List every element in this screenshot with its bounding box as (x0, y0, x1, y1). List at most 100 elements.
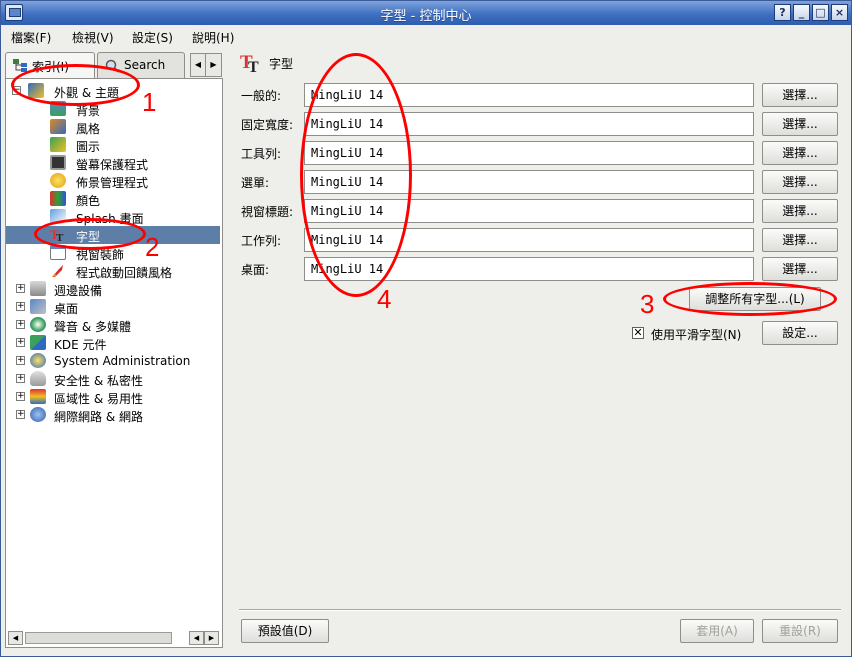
fonts-tt-icon: TT (240, 51, 264, 76)
expand-icon[interactable]: + (16, 320, 25, 329)
expand-icon[interactable]: + (16, 338, 25, 347)
module-title: 字型 (269, 57, 294, 71)
launch-feedback-icon (50, 263, 66, 278)
expand-icon[interactable]: + (16, 284, 25, 293)
tree-item-security[interactable]: + 安全性 & 私密性 (6, 370, 220, 388)
screensaver-icon (50, 155, 66, 170)
tree-item-launch-feedback[interactable]: 程式啟動回饋風格 (6, 262, 220, 280)
minimize-button[interactable]: _ (793, 4, 810, 21)
apply-button[interactable]: 套用(A) (680, 619, 754, 643)
tree-label: 風格 (76, 122, 101, 136)
tree-label: 佈景管理程式 (76, 176, 149, 190)
expand-icon[interactable]: + (16, 302, 25, 311)
control-center-window: 字型 - 控制中心 ? _ □ × 檔案(F) 檢視(V) 設定(S) 說明(H… (0, 0, 852, 657)
scrollbar-thumb[interactable] (25, 632, 172, 644)
annotation-number-2: 2 (145, 232, 160, 262)
tree-label: 桌面 (54, 302, 79, 316)
style-icon (50, 119, 66, 134)
tree-label: 安全性 & 私密性 (54, 374, 143, 388)
menu-bar: 檔案(F) 檢視(V) 設定(S) 說明(H) (1, 26, 851, 47)
tree-item-sysadmin[interactable]: + System Administration (6, 352, 220, 370)
security-icon (30, 371, 46, 386)
tab-search-label: Search (124, 58, 166, 72)
tree-item-sound[interactable]: + 聲音 & 多媒體 (6, 316, 220, 334)
tree-label: 區域性 & 易用性 (54, 392, 143, 406)
icons-icon (50, 137, 66, 152)
tree-item-kde-components[interactable]: + KDE 元件 (6, 334, 220, 352)
antialias-label: 使用平滑字型(N) (651, 328, 742, 342)
font-label: 工具列: (241, 147, 282, 161)
tree-item-theme-manager[interactable]: 佈景管理程式 (6, 172, 220, 190)
tree-label: 聲音 & 多媒體 (54, 320, 131, 334)
tree-item-icons[interactable]: 圖示 (6, 136, 220, 154)
window-title: 字型 - 控制中心 (380, 9, 472, 24)
svg-text:T: T (248, 59, 259, 73)
desktop-icon (30, 299, 46, 314)
reset-button[interactable]: 重設(R) (762, 619, 838, 643)
choose-font-button[interactable]: 選擇... (762, 141, 838, 165)
expand-icon[interactable]: + (16, 374, 25, 383)
maximize-button[interactable]: □ (812, 4, 829, 21)
font-label: 選單: (241, 176, 270, 190)
scroll-left-icon[interactable]: ◀ (189, 631, 204, 645)
annotation-ellipse-2 (34, 218, 146, 250)
defaults-button[interactable]: 預設值(D) (241, 619, 329, 643)
annotation-ellipse-3 (663, 282, 837, 316)
annotation-ellipse-1 (11, 64, 140, 106)
tree-item-peripherals[interactable]: + 週邊設備 (6, 280, 220, 298)
colors-icon (50, 191, 66, 206)
font-label: 固定寬度: (241, 118, 294, 132)
title-bar: 字型 - 控制中心 ? _ □ × (1, 1, 851, 25)
tree-item-colors[interactable]: 顏色 (6, 190, 220, 208)
choose-font-button[interactable]: 選擇... (762, 257, 838, 281)
tree-label: 顏色 (76, 194, 101, 208)
sysadmin-icon (30, 353, 46, 368)
tree-label: KDE 元件 (54, 338, 107, 352)
tree-horizontal-scrollbar[interactable]: ◀ ◀ ▶ (8, 631, 220, 645)
tab-scroll-right-icon[interactable]: ▶ (206, 54, 221, 76)
choose-font-button[interactable]: 選擇... (762, 83, 838, 107)
antialias-checkbox[interactable]: ✕ (632, 327, 644, 339)
regional-icon (30, 389, 46, 404)
annotation-number-3: 3 (640, 289, 655, 319)
tab-scroll-left-icon[interactable]: ◀ (191, 54, 206, 76)
choose-font-button[interactable]: 選擇... (762, 112, 838, 136)
choose-font-button[interactable]: 選擇... (762, 170, 838, 194)
menu-view[interactable]: 檢視(V) (72, 29, 114, 46)
choose-font-button[interactable]: 選擇... (762, 199, 838, 223)
close-button[interactable]: × (831, 4, 848, 21)
scroll-left-icon[interactable]: ◀ (8, 631, 23, 645)
antialias-settings-button[interactable]: 設定... (762, 321, 838, 345)
menu-settings[interactable]: 設定(S) (132, 29, 173, 46)
expand-icon[interactable]: + (16, 410, 25, 419)
expand-icon[interactable]: + (16, 392, 25, 401)
scroll-right-icon[interactable]: ▶ (204, 631, 219, 645)
tree-item-background[interactable]: 背景 (6, 100, 220, 118)
tree-item-style[interactable]: 風格 (6, 118, 220, 136)
tab-scroll-buttons: ◀ ▶ (190, 53, 222, 77)
font-label: 桌面: (241, 263, 270, 277)
menu-file[interactable]: 檔案(F) (11, 29, 51, 46)
peripherals-icon (30, 281, 46, 296)
tree-label: 螢幕保護程式 (76, 158, 149, 172)
tree-item-desktop[interactable]: + 桌面 (6, 298, 220, 316)
annotation-ellipse-4 (300, 53, 412, 297)
tree-label: 網際網路 & 網路 (54, 410, 143, 424)
tree-item-internet[interactable]: + 網際網路 & 網路 (6, 406, 220, 424)
choose-font-button[interactable]: 選擇... (762, 228, 838, 252)
font-label: 視窗標題: (241, 205, 294, 219)
annotation-number-4: 4 (377, 284, 392, 314)
expand-icon[interactable]: + (16, 356, 25, 365)
sound-icon (30, 317, 46, 332)
module-tree: − 外觀 & 主題 背景 風格 圖示 螢幕保護程式 佈景管理程式 顏色 Spla… (5, 78, 223, 648)
tree-item-regional[interactable]: + 區域性 & 易用性 (6, 388, 220, 406)
tree-label: 週邊設備 (54, 284, 103, 298)
help-button[interactable]: ? (774, 4, 791, 21)
kde-components-icon (30, 335, 46, 350)
font-label: 工作列: (241, 234, 282, 248)
annotation-number-1: 1 (142, 87, 157, 117)
font-label: 一般的: (241, 89, 282, 103)
menu-help[interactable]: 說明(H) (192, 29, 234, 46)
tree-item-screensaver[interactable]: 螢幕保護程式 (6, 154, 220, 172)
theme-manager-icon (50, 173, 66, 188)
